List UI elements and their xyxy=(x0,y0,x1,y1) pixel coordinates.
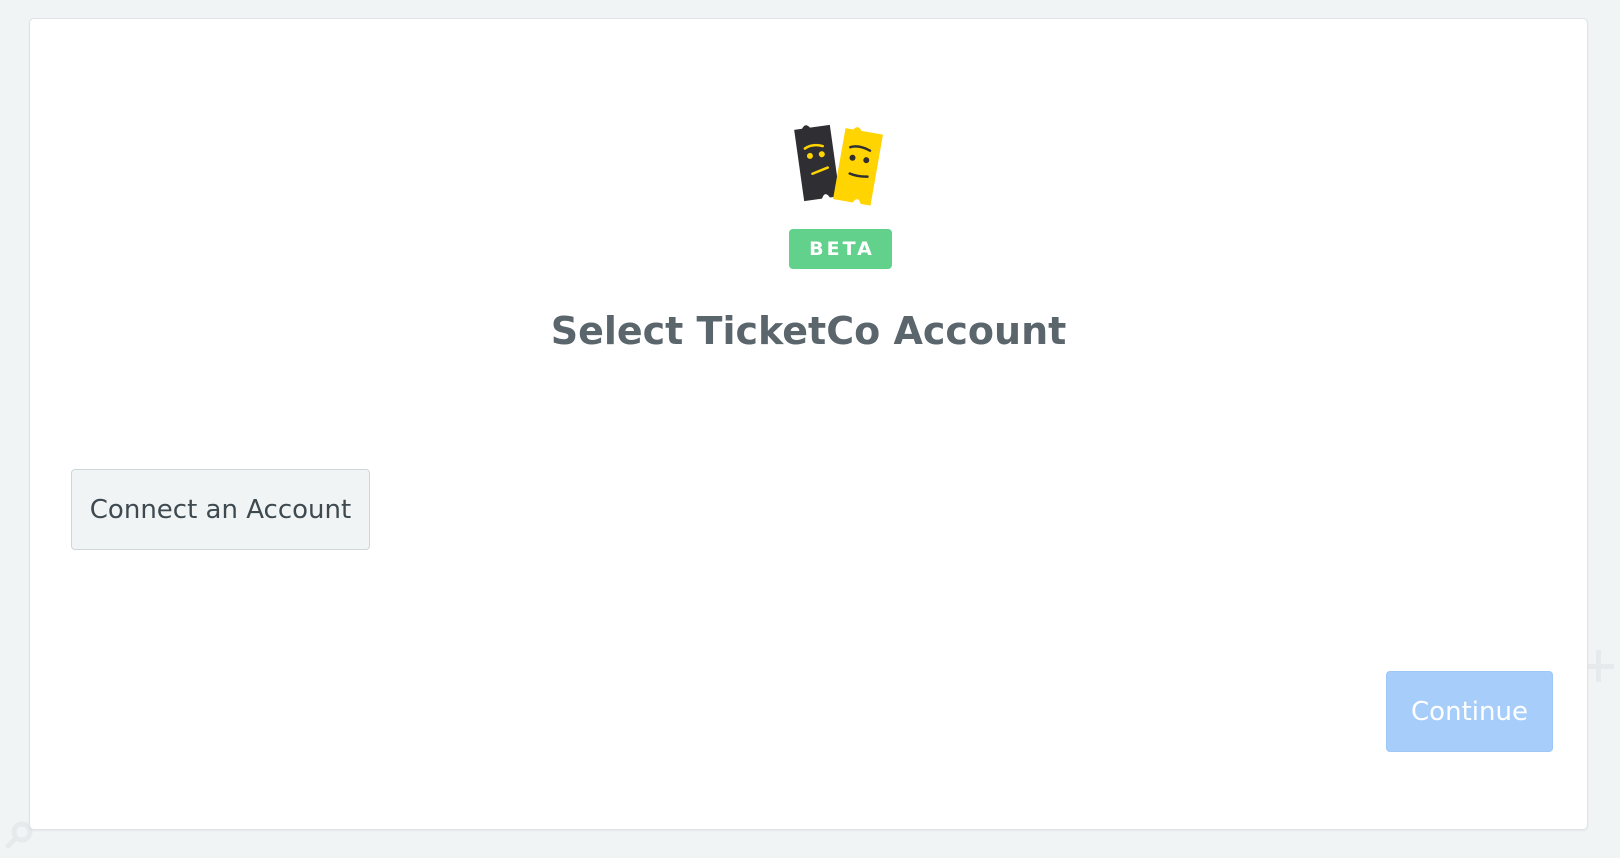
ticketco-logo-icon xyxy=(794,124,883,206)
account-select-dialog: BETA Select TicketCo Account Connect an … xyxy=(29,18,1588,830)
connect-account-button[interactable]: Connect an Account xyxy=(71,469,370,550)
beta-badge: BETA xyxy=(789,229,892,269)
continue-button[interactable]: Continue xyxy=(1386,671,1553,752)
page-title: Select TicketCo Account xyxy=(550,309,1067,353)
